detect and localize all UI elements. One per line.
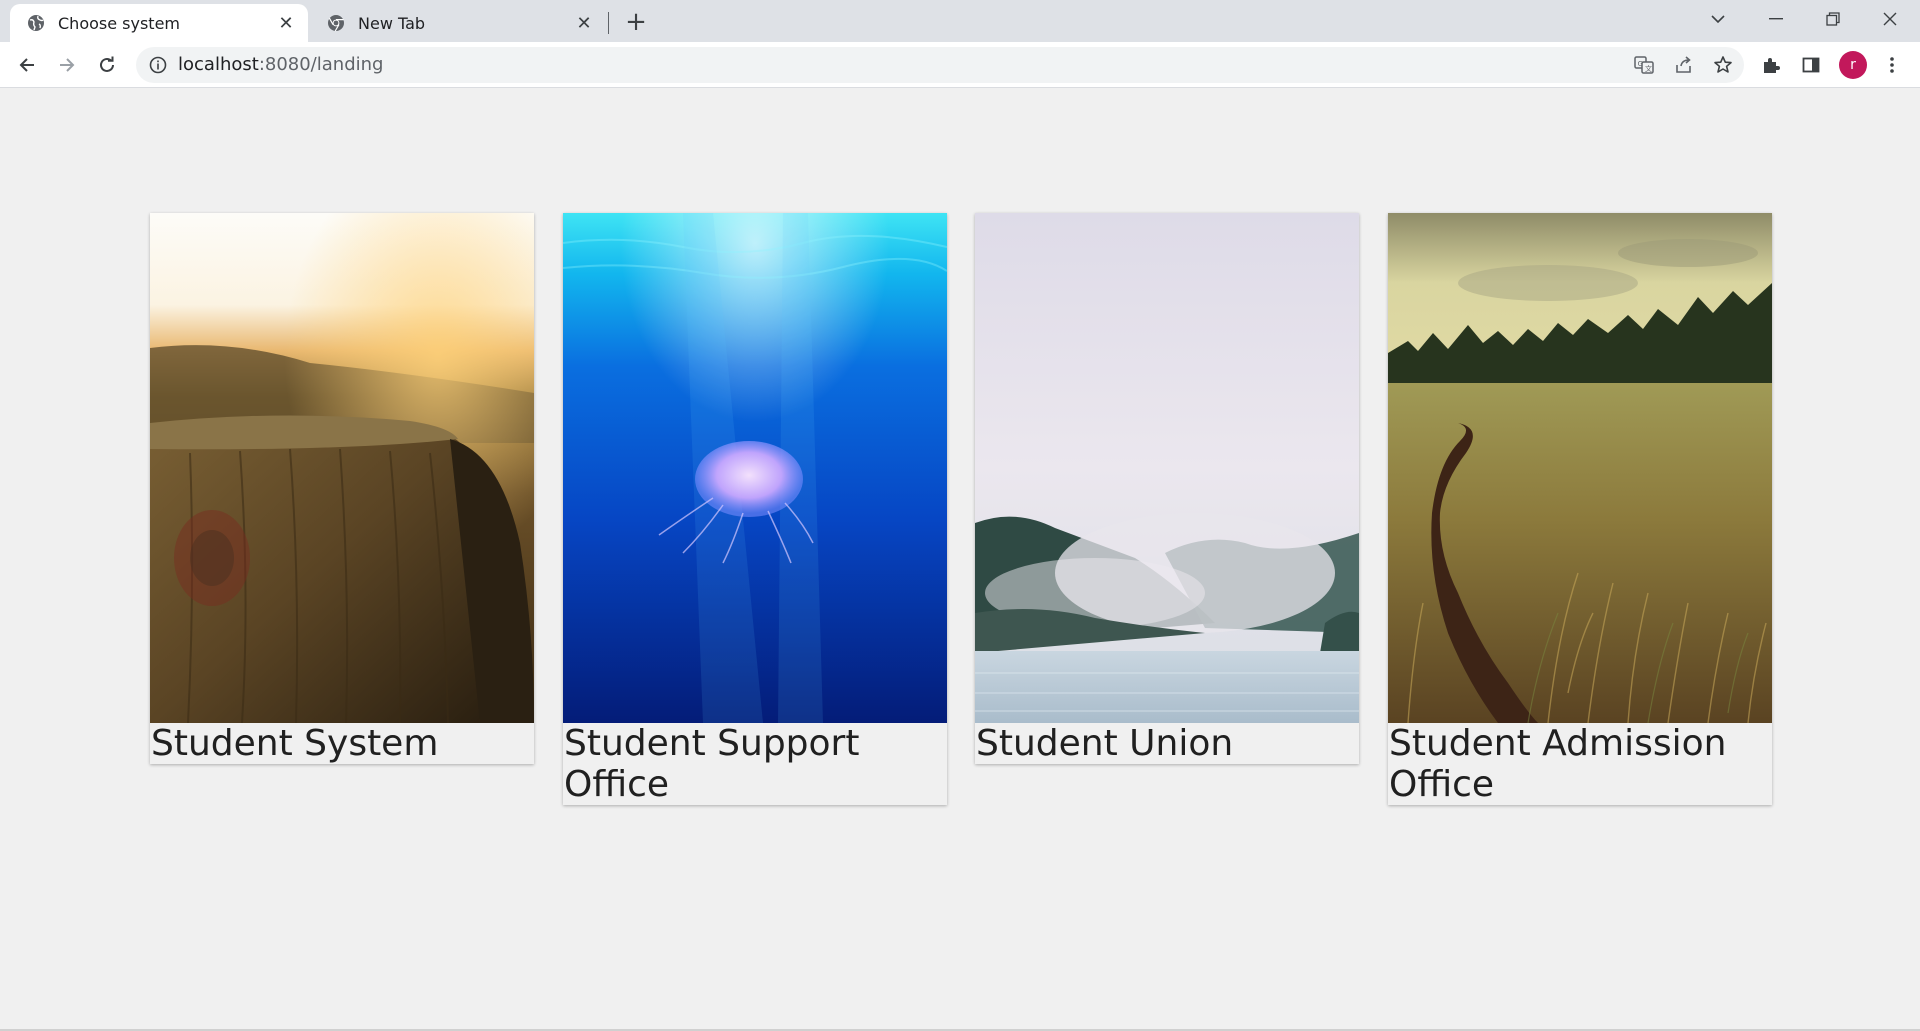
card-student-system[interactable]: Student System	[150, 213, 534, 764]
reload-icon[interactable]	[91, 49, 123, 81]
new-tab-icon[interactable]: +	[620, 6, 652, 38]
jellyfish-underwater-photo	[563, 213, 947, 723]
back-arrow-icon[interactable]	[11, 49, 43, 81]
close-tab-icon[interactable]: ✕	[272, 9, 300, 37]
url-path: :8080/landing	[258, 54, 384, 75]
minimize-icon[interactable]	[1748, 0, 1804, 38]
forward-arrow-icon[interactable]	[51, 49, 83, 81]
tab-title: New Tab	[358, 13, 426, 33]
url-text[interactable]: localhost:8080/landing	[178, 54, 383, 75]
chrome-icon	[326, 13, 346, 33]
browser-toolbar: localhost:8080/landing G文 r	[0, 42, 1920, 88]
translate-icon[interactable]: G文	[1632, 53, 1656, 77]
share-icon[interactable]	[1672, 53, 1696, 77]
card-title: Student Union	[976, 723, 1234, 764]
address-bar[interactable]: localhost:8080/landing G文	[136, 47, 1744, 83]
tab-search-icon[interactable]	[1690, 0, 1746, 38]
tab-strip: Choose system ✕ New Tab ✕ +	[0, 0, 1920, 42]
url-host: localhost	[178, 54, 259, 75]
svg-text:G: G	[1638, 60, 1643, 68]
close-window-icon[interactable]	[1862, 0, 1918, 38]
tab-new-tab[interactable]: New Tab ✕	[310, 4, 606, 42]
misty-lake-forest-photo	[975, 213, 1359, 723]
meadow-trail-forest-photo	[1388, 213, 1772, 723]
profile-avatar[interactable]: r	[1839, 51, 1867, 79]
tab-title: Choose system	[58, 13, 180, 33]
bookmark-star-icon[interactable]	[1711, 53, 1735, 77]
card-student-admission-office[interactable]: Student Admission Office	[1388, 213, 1772, 805]
restore-icon[interactable]	[1805, 0, 1861, 38]
card-title: Student Admission Office	[1389, 723, 1727, 805]
tab-choose-system[interactable]: Choose system ✕	[10, 4, 308, 42]
tree-stump-sunset-photo	[150, 213, 534, 723]
tab-separator	[608, 12, 609, 34]
extensions-puzzle-icon[interactable]	[1757, 51, 1785, 79]
side-panel-icon[interactable]	[1797, 51, 1825, 79]
card-student-union[interactable]: Student Union	[975, 213, 1359, 764]
svg-text:文: 文	[1645, 64, 1652, 73]
close-tab-icon[interactable]: ✕	[570, 9, 598, 37]
card-title: Student System	[151, 723, 439, 764]
globe-icon	[26, 13, 46, 33]
menu-kebab-icon[interactable]	[1878, 51, 1906, 79]
card-student-support-office[interactable]: Student Support Office	[563, 213, 947, 805]
site-info-icon[interactable]	[148, 55, 168, 75]
card-title: Student Support Office	[564, 723, 860, 805]
